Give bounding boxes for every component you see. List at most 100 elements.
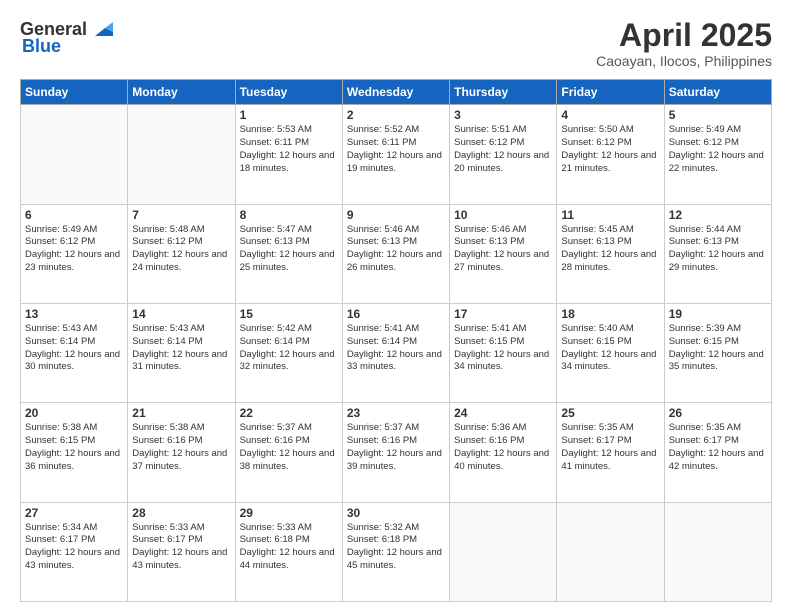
weekday-header-tuesday: Tuesday [235, 80, 342, 105]
day-number: 10 [454, 208, 552, 222]
day-number: 19 [669, 307, 767, 321]
calendar-cell: 5 Sunrise: 5:49 AMSunset: 6:12 PMDaylight… [664, 105, 771, 204]
calendar-cell: 17Sunrise: 5:41 AMSunset: 6:15 PMDayligh… [450, 303, 557, 402]
day-info: Sunrise: 5:47 AMSunset: 6:13 PMDaylight:… [240, 224, 338, 275]
calendar-cell: 18 Sunrise: 5:40 AMSunset: 6:15 PMDayligh… [557, 303, 664, 402]
calendar-cell: 21Sunrise: 5:38 AMSunset: 6:16 PMDayligh… [128, 403, 235, 502]
day-info: Sunrise: 5:37 AMSunset: 6:16 PMDaylight:… [240, 422, 338, 473]
calendar-cell: 26 Sunrise: 5:35 AMSunset: 6:17 PMDayligh… [664, 403, 771, 502]
day-info: Sunrise: 5:35 AMSunset: 6:17 PMDaylight:… [669, 422, 767, 473]
calendar-table: SundayMondayTuesdayWednesdayThursdayFrid… [20, 79, 772, 602]
calendar-cell: 24 Sunrise: 5:36 AMSunset: 6:16 PMDayligh… [450, 403, 557, 502]
logo-icon [91, 18, 113, 40]
day-number: 8 [240, 208, 338, 222]
page: General Blue April 2025 Caoayan, Ilocos,… [0, 0, 792, 612]
day-number: 22 [240, 406, 338, 420]
day-number: 27 [25, 506, 123, 520]
calendar-cell: 3 Sunrise: 5:51 AMSunset: 6:12 PMDaylight… [450, 105, 557, 204]
day-info: Sunrise: 5:39 AMSunset: 6:15 PMDaylight:… [669, 323, 767, 374]
day-info: Sunrise: 5:35 AMSunset: 6:17 PMDaylight:… [561, 422, 659, 473]
calendar-cell [128, 105, 235, 204]
day-info: Sunrise: 5:46 AMSunset: 6:13 PMDaylight:… [454, 224, 552, 275]
day-info: Sunrise: 5:36 AMSunset: 6:16 PMDaylight:… [454, 422, 552, 473]
day-number: 13 [25, 307, 123, 321]
calendar-week-0: 1 Sunrise: 5:53 AMSunset: 6:11 PMDaylight… [21, 105, 772, 204]
calendar-cell: 25 Sunrise: 5:35 AMSunset: 6:17 PMDayligh… [557, 403, 664, 502]
day-number: 9 [347, 208, 445, 222]
day-info: Sunrise: 5:33 AMSunset: 6:17 PMDaylight:… [132, 522, 230, 573]
calendar-week-2: 13 Sunrise: 5:43 AMSunset: 6:14 PMDayligh… [21, 303, 772, 402]
day-info: Sunrise: 5:32 AMSunset: 6:18 PMDaylight:… [347, 522, 445, 573]
calendar-cell: 19 Sunrise: 5:39 AMSunset: 6:15 PMDayligh… [664, 303, 771, 402]
day-number: 16 [347, 307, 445, 321]
day-number: 25 [561, 406, 659, 420]
weekday-header-monday: Monday [128, 80, 235, 105]
day-info: Sunrise: 5:48 AMSunset: 6:12 PMDaylight:… [132, 224, 230, 275]
calendar-cell: 1 Sunrise: 5:53 AMSunset: 6:11 PMDaylight… [235, 105, 342, 204]
day-number: 29 [240, 506, 338, 520]
calendar-cell: 27 Sunrise: 5:34 AMSunset: 6:17 PMDayligh… [21, 502, 128, 601]
day-number: 24 [454, 406, 552, 420]
day-number: 26 [669, 406, 767, 420]
day-number: 5 [669, 108, 767, 122]
weekday-header-row: SundayMondayTuesdayWednesdayThursdayFrid… [21, 80, 772, 105]
weekday-header-wednesday: Wednesday [342, 80, 449, 105]
calendar-cell: 9 Sunrise: 5:46 AMSunset: 6:13 PMDaylight… [342, 204, 449, 303]
day-number: 6 [25, 208, 123, 222]
day-number: 2 [347, 108, 445, 122]
day-info: Sunrise: 5:52 AMSunset: 6:11 PMDaylight:… [347, 124, 445, 175]
weekday-header-friday: Friday [557, 80, 664, 105]
day-number: 20 [25, 406, 123, 420]
calendar-week-3: 20 Sunrise: 5:38 AMSunset: 6:15 PMDayligh… [21, 403, 772, 502]
day-number: 1 [240, 108, 338, 122]
day-info: Sunrise: 5:50 AMSunset: 6:12 PMDaylight:… [561, 124, 659, 175]
calendar-cell: 30 Sunrise: 5:32 AMSunset: 6:18 PMDayligh… [342, 502, 449, 601]
day-info: Sunrise: 5:45 AMSunset: 6:13 PMDaylight:… [561, 224, 659, 275]
calendar-cell [557, 502, 664, 601]
weekday-header-saturday: Saturday [664, 80, 771, 105]
day-info: Sunrise: 5:41 AMSunset: 6:15 PMDaylight:… [454, 323, 552, 374]
day-info: Sunrise: 5:38 AMSunset: 6:15 PMDaylight:… [25, 422, 123, 473]
calendar-cell [664, 502, 771, 601]
day-number: 18 [561, 307, 659, 321]
calendar-cell: 15 Sunrise: 5:42 AMSunset: 6:14 PMDayligh… [235, 303, 342, 402]
day-info: Sunrise: 5:43 AMSunset: 6:14 PMDaylight:… [132, 323, 230, 374]
calendar-cell: 4 Sunrise: 5:50 AMSunset: 6:12 PMDaylight… [557, 105, 664, 204]
calendar-cell: 2 Sunrise: 5:52 AMSunset: 6:11 PMDaylight… [342, 105, 449, 204]
day-number: 15 [240, 307, 338, 321]
calendar-cell: 11Sunrise: 5:45 AMSunset: 6:13 PMDayligh… [557, 204, 664, 303]
calendar-cell: 8 Sunrise: 5:47 AMSunset: 6:13 PMDaylight… [235, 204, 342, 303]
day-info: Sunrise: 5:53 AMSunset: 6:11 PMDaylight:… [240, 124, 338, 175]
calendar-cell: 14 Sunrise: 5:43 AMSunset: 6:14 PMDayligh… [128, 303, 235, 402]
calendar-cell: 29 Sunrise: 5:33 AMSunset: 6:18 PMDayligh… [235, 502, 342, 601]
day-number: 3 [454, 108, 552, 122]
day-info: Sunrise: 5:40 AMSunset: 6:15 PMDaylight:… [561, 323, 659, 374]
day-info: Sunrise: 5:42 AMSunset: 6:14 PMDaylight:… [240, 323, 338, 374]
logo-blue: Blue [22, 36, 61, 56]
day-info: Sunrise: 5:37 AMSunset: 6:16 PMDaylight:… [347, 422, 445, 473]
day-info: Sunrise: 5:46 AMSunset: 6:13 PMDaylight:… [347, 224, 445, 275]
calendar-cell: 23Sunrise: 5:37 AMSunset: 6:16 PMDayligh… [342, 403, 449, 502]
calendar-cell: 7 Sunrise: 5:48 AMSunset: 6:12 PMDaylight… [128, 204, 235, 303]
calendar-cell: 16Sunrise: 5:41 AMSunset: 6:14 PMDayligh… [342, 303, 449, 402]
day-number: 7 [132, 208, 230, 222]
day-info: Sunrise: 5:44 AMSunset: 6:13 PMDaylight:… [669, 224, 767, 275]
day-number: 30 [347, 506, 445, 520]
calendar-cell [21, 105, 128, 204]
calendar-title: April 2025 [596, 18, 772, 53]
calendar-cell: 6Sunrise: 5:49 AMSunset: 6:12 PMDaylight… [21, 204, 128, 303]
calendar-cell: 28 Sunrise: 5:33 AMSunset: 6:17 PMDayligh… [128, 502, 235, 601]
header: General Blue April 2025 Caoayan, Ilocos,… [20, 18, 772, 69]
weekday-header-thursday: Thursday [450, 80, 557, 105]
day-number: 14 [132, 307, 230, 321]
day-info: Sunrise: 5:34 AMSunset: 6:17 PMDaylight:… [25, 522, 123, 573]
day-info: Sunrise: 5:33 AMSunset: 6:18 PMDaylight:… [240, 522, 338, 573]
day-number: 4 [561, 108, 659, 122]
day-number: 28 [132, 506, 230, 520]
calendar-week-1: 6Sunrise: 5:49 AMSunset: 6:12 PMDaylight… [21, 204, 772, 303]
calendar-cell: 10 Sunrise: 5:46 AMSunset: 6:13 PMDayligh… [450, 204, 557, 303]
calendar-cell [450, 502, 557, 601]
day-info: Sunrise: 5:51 AMSunset: 6:12 PMDaylight:… [454, 124, 552, 175]
day-info: Sunrise: 5:49 AMSunset: 6:12 PMDaylight:… [669, 124, 767, 175]
day-number: 21 [132, 406, 230, 420]
